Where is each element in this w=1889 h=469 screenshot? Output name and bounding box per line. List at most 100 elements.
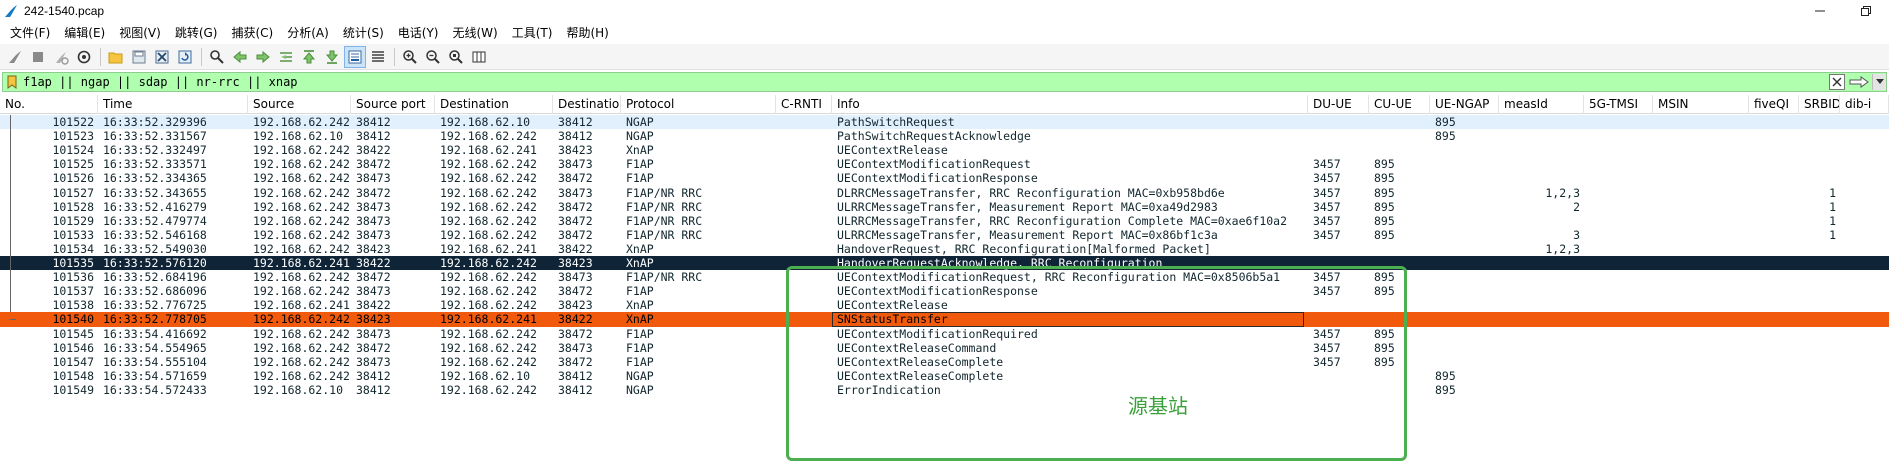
menu-item[interactable]: 跳转(G) xyxy=(168,22,225,44)
menu-item[interactable]: 电话(Y) xyxy=(391,22,446,44)
table-row[interactable]: 101527 16:33:52.343655 192.168.62.242 38472… xyxy=(0,186,1889,201)
cell-uengap xyxy=(1430,171,1499,186)
zoom-normal-button[interactable] xyxy=(445,46,467,68)
menu-item[interactable]: 视图(V) xyxy=(112,22,168,44)
column-header-dibi[interactable]: dib-i xyxy=(1840,95,1889,114)
apply-filter-button[interactable] xyxy=(1848,74,1870,90)
menu-bar: 文件(F) 编辑(E) 视图(V) 跳转(G) 捕获(C) 分析(A) 统计(S) 电话(Y)… xyxy=(0,22,1889,44)
table-row[interactable]: 101525 16:33:52.333571 192.168.62.242 38472… xyxy=(0,157,1889,172)
go-last-button[interactable] xyxy=(321,46,343,68)
cell-crnti xyxy=(776,327,832,342)
cell-dibi xyxy=(1840,171,1889,186)
restart-capture-button[interactable] xyxy=(50,46,72,68)
cell-uengap xyxy=(1430,143,1499,158)
cell-dibi xyxy=(1840,115,1889,130)
column-header-measid[interactable]: measId xyxy=(1499,95,1584,114)
cell-dibi xyxy=(1840,298,1889,313)
cell-fiveqi xyxy=(1749,312,1799,327)
table-row[interactable]: 101522 16:33:52.329396 192.168.62.242 38412… xyxy=(0,115,1889,130)
table-row[interactable]: 101548 16:33:54.571659 192.168.62.242 38412… xyxy=(0,369,1889,384)
filter-bookmark-button[interactable] xyxy=(5,73,19,91)
display-filter-input[interactable] xyxy=(19,73,1829,91)
open-file-button[interactable] xyxy=(105,46,127,68)
table-row[interactable]: 101523 16:33:52.331567 192.168.62.10 38412 1… xyxy=(0,129,1889,144)
column-header-uengap[interactable]: UE-NGAP xyxy=(1430,95,1499,114)
menu-item[interactable]: 帮助(H) xyxy=(559,22,615,44)
menu-item[interactable]: 无线(W) xyxy=(446,22,505,44)
table-row[interactable]: 101535 16:33:52.576120 192.168.62.241 38422… xyxy=(0,256,1889,271)
cell-cuue xyxy=(1369,312,1430,327)
table-row[interactable]: 101546 16:33:54.554965 192.168.62.242 38472… xyxy=(0,341,1889,356)
table-row[interactable]: 101536 16:33:52.684196 192.168.62.242 38472… xyxy=(0,270,1889,285)
go-back-button[interactable] xyxy=(229,46,251,68)
zoom-out-button[interactable] xyxy=(422,46,444,68)
cell-measid xyxy=(1499,157,1584,172)
filter-history-dropdown[interactable] xyxy=(1872,74,1886,90)
table-row[interactable]: 101528 16:33:52.416279 192.168.62.242 38473… xyxy=(0,200,1889,215)
cell-crnti xyxy=(776,129,832,144)
cell-time: 16:33:52.331567 xyxy=(103,129,207,143)
go-first-button[interactable] xyxy=(298,46,320,68)
packet-list: No. Time Source Source port Destination Desti… xyxy=(0,95,1889,469)
colorize-button[interactable] xyxy=(367,46,389,68)
cell-dport: 38472 xyxy=(558,284,593,298)
column-header-srbid[interactable]: SRBID xyxy=(1799,95,1840,114)
close-file-button[interactable] xyxy=(151,46,173,68)
restore-button[interactable] xyxy=(1843,0,1889,22)
column-header-protocol[interactable]: Protocol xyxy=(621,95,776,114)
column-header-destination[interactable]: Destination xyxy=(435,95,553,114)
cell-info: UEContextModificationRequired xyxy=(837,327,1038,341)
cell-time: 16:33:52.686096 xyxy=(103,284,207,298)
zoom-in-button[interactable] xyxy=(399,46,421,68)
column-header-crnti[interactable]: C-RNTI xyxy=(776,95,832,114)
column-header-msin[interactable]: MSIN xyxy=(1653,95,1749,114)
toolbar-separator xyxy=(201,47,202,66)
table-row[interactable]: 101549 16:33:54.572433 192.168.62.10 38412 1… xyxy=(0,383,1889,398)
menu-item[interactable]: 文件(F) xyxy=(3,22,57,44)
table-row[interactable]: 101524 16:33:52.332497 192.168.62.242 38422… xyxy=(0,143,1889,158)
table-row[interactable]: 101534 16:33:52.549030 192.168.62.242 38423… xyxy=(0,242,1889,257)
column-header-tmsi[interactable]: 5G-TMSI xyxy=(1584,95,1653,114)
wireshark-fin-icon xyxy=(5,5,17,17)
table-row[interactable]: 101547 16:33:54.555104 192.168.62.242 38473… xyxy=(0,355,1889,370)
go-forward-button[interactable] xyxy=(252,46,274,68)
column-header-source[interactable]: Source xyxy=(248,95,351,114)
column-header-time[interactable]: Time xyxy=(98,95,248,114)
table-row[interactable]: 101538 16:33:52.776725 192.168.62.241 38422… xyxy=(0,298,1889,313)
clear-filter-button[interactable] xyxy=(1829,74,1845,90)
table-row[interactable]: 101540 16:33:52.778705 192.168.62.242 38423… xyxy=(0,312,1889,327)
column-header-duue[interactable]: DU-UE xyxy=(1308,95,1369,114)
column-header-sport[interactable]: Source port xyxy=(351,95,435,114)
reload-file-button[interactable] xyxy=(174,46,196,68)
start-capture-button[interactable] xyxy=(4,46,26,68)
resize-columns-button[interactable] xyxy=(468,46,490,68)
save-file-button[interactable] xyxy=(128,46,150,68)
stop-capture-button[interactable] xyxy=(27,46,49,68)
autoscroll-button[interactable] xyxy=(344,45,366,68)
column-header-info[interactable]: Info xyxy=(832,95,1308,114)
column-header-no[interactable]: No. xyxy=(0,95,98,114)
go-to-packet-button[interactable] xyxy=(275,46,297,68)
find-packet-button[interactable] xyxy=(206,46,228,68)
cell-time: 16:33:52.778705 xyxy=(103,312,207,326)
column-header-cuue[interactable]: CU-UE xyxy=(1369,95,1430,114)
menu-item[interactable]: 编辑(E) xyxy=(57,22,112,44)
column-header-fiveqi[interactable]: fiveQI xyxy=(1749,95,1799,114)
table-row[interactable]: 101526 16:33:52.334365 192.168.62.242 38473… xyxy=(0,171,1889,186)
table-row[interactable]: 101545 16:33:54.416692 192.168.62.242 38473… xyxy=(0,327,1889,342)
cell-measid xyxy=(1499,369,1584,384)
table-row[interactable]: 101529 16:33:52.479774 192.168.62.242 38473… xyxy=(0,214,1889,229)
column-header-dport[interactable]: Destinatior xyxy=(553,95,621,114)
table-row[interactable]: 101533 16:33:52.546168 192.168.62.242 38473… xyxy=(0,228,1889,243)
menu-item[interactable]: 捕获(C) xyxy=(224,22,280,44)
capture-options-button[interactable] xyxy=(73,46,95,68)
minimize-button[interactable] xyxy=(1797,0,1843,22)
menu-item[interactable]: 分析(A) xyxy=(280,22,336,44)
cell-time: 16:33:52.479774 xyxy=(103,214,207,228)
cell-measid: 2 xyxy=(1573,200,1580,214)
menu-item[interactable]: 统计(S) xyxy=(336,22,391,44)
cell-cuue: 895 xyxy=(1374,186,1395,200)
menu-item[interactable]: 工具(T) xyxy=(505,22,560,44)
table-row[interactable]: 101537 16:33:52.686096 192.168.62.242 38473… xyxy=(0,284,1889,299)
cell-destination: 192.168.62.241 xyxy=(440,242,537,256)
